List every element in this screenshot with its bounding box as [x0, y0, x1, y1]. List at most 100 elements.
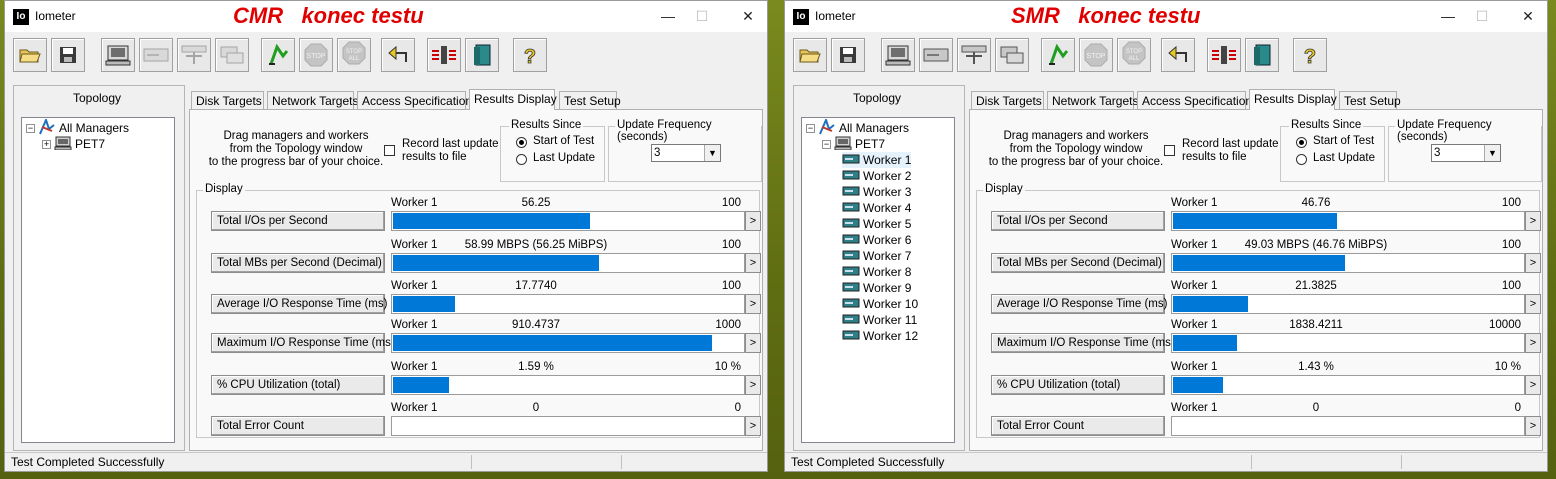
record-last-update-checkbox[interactable] — [384, 145, 395, 156]
tab-network-targets[interactable]: Network Targets — [267, 91, 358, 109]
svg-text:STOP: STOP — [346, 49, 362, 55]
save-button[interactable] — [831, 38, 865, 72]
quit-button[interactable] — [465, 38, 499, 72]
tab-results-display[interactable]: Results Display — [469, 89, 557, 110]
stop-all-button[interactable]: STOP ALL — [1117, 38, 1151, 72]
about-button[interactable]: ? — [1293, 38, 1327, 72]
more-button[interactable]: > — [1525, 253, 1541, 273]
tree-node-worker[interactable]: Worker 12 — [842, 328, 918, 344]
duplicate-worker-button[interactable] — [995, 38, 1029, 72]
save-icon — [838, 45, 858, 65]
more-button[interactable]: > — [745, 211, 761, 231]
duplicate-worker-button[interactable] — [215, 38, 249, 72]
save-button[interactable] — [51, 38, 85, 72]
tree-node-worker[interactable]: Worker 9 — [842, 280, 911, 296]
tree-node-worker[interactable]: Worker 1 — [842, 152, 912, 168]
quit-button[interactable] — [1245, 38, 1279, 72]
new-disk-worker-button[interactable] — [919, 38, 953, 72]
more-button[interactable]: > — [745, 416, 761, 436]
tree-node-worker[interactable]: Worker 8 — [842, 264, 911, 280]
more-button[interactable]: > — [1525, 375, 1541, 395]
tree-node-manager[interactable]: − PET7 — [822, 136, 885, 152]
reset-button[interactable] — [381, 38, 415, 72]
new-disk-worker-button[interactable] — [139, 38, 173, 72]
start-button[interactable] — [261, 38, 295, 72]
record-last-update-checkbox[interactable] — [1164, 145, 1175, 156]
more-button[interactable]: > — [1525, 416, 1541, 436]
radio-last-update[interactable] — [516, 154, 527, 165]
exit-button[interactable] — [1207, 38, 1241, 72]
radio-last-update[interactable] — [1296, 154, 1307, 165]
tree-node-worker[interactable]: Worker 11 — [842, 312, 917, 328]
about-button[interactable]: ? — [513, 38, 547, 72]
tree-node-all-managers[interactable]: − All Managers — [26, 116, 129, 136]
tree-node-worker[interactable]: Worker 5 — [842, 216, 911, 232]
more-button[interactable]: > — [745, 375, 761, 395]
maximize-button[interactable]: ☐ — [1459, 5, 1505, 27]
stop-button[interactable]: STOP — [1079, 38, 1113, 72]
tab-disk-targets[interactable]: Disk Targets — [971, 91, 1044, 109]
stop-all-button[interactable]: STOP ALL — [337, 38, 371, 72]
tree-node-worker[interactable]: Worker 2 — [842, 168, 911, 184]
metric-button[interactable]: Maximum I/O Response Time (ms) — [991, 333, 1175, 353]
topology-tree[interactable]: − All Managers + PET7 — [21, 116, 175, 443]
stop-button[interactable]: STOP — [299, 38, 333, 72]
expand-icon[interactable]: + — [42, 139, 51, 149]
tab-access-specifications[interactable]: Access Specifications — [1137, 91, 1258, 109]
more-button[interactable]: > — [745, 253, 761, 273]
close-button[interactable]: ✕ — [725, 5, 767, 27]
more-button[interactable]: > — [745, 333, 761, 353]
metric-button[interactable]: % CPU Utilization (total) — [211, 375, 385, 395]
new-network-worker-button[interactable] — [177, 38, 211, 72]
tab-network-targets[interactable]: Network Targets — [1047, 91, 1138, 109]
tree-node-worker[interactable]: Worker 4 — [842, 200, 911, 216]
chevron-down-icon[interactable]: ▼ — [1484, 145, 1500, 161]
more-button[interactable]: > — [1525, 294, 1541, 314]
tab-results-display[interactable]: Results Display — [1249, 89, 1337, 110]
metric-button[interactable]: Total I/Os per Second — [991, 211, 1165, 231]
close-button[interactable]: ✕ — [1505, 5, 1547, 27]
title-bar[interactable]: Io Iometer CMR konec testu — ☐ ✕ — [5, 1, 767, 32]
open-button[interactable] — [793, 38, 827, 72]
new-manager-button[interactable] — [881, 38, 915, 72]
tab-disk-targets[interactable]: Disk Targets — [191, 91, 264, 109]
tree-node-worker[interactable]: Worker 3 — [842, 184, 911, 200]
update-frequency-select[interactable]: 3 ▼ — [1431, 144, 1501, 162]
tab-access-specifications[interactable]: Access Specifications — [357, 91, 478, 109]
maximize-button[interactable]: ☐ — [679, 5, 725, 27]
chevron-down-icon[interactable]: ▼ — [704, 145, 720, 161]
radio-start-of-test[interactable] — [1296, 137, 1307, 148]
tree-node-worker[interactable]: Worker 6 — [842, 232, 911, 248]
metric-button[interactable]: Total MBs per Second (Decimal) — [211, 253, 385, 273]
radio-start-of-test[interactable] — [516, 137, 527, 148]
metric-button[interactable]: Average I/O Response Time (ms) — [991, 294, 1167, 314]
collapse-icon[interactable]: − — [806, 123, 815, 133]
tree-node-all-managers[interactable]: − All Managers — [806, 116, 909, 136]
metric-button[interactable]: Total Error Count — [991, 416, 1165, 436]
open-button[interactable] — [13, 38, 47, 72]
tree-node-manager[interactable]: + PET7 — [42, 136, 105, 152]
new-network-worker-button[interactable] — [957, 38, 991, 72]
start-button[interactable] — [1041, 38, 1075, 72]
title-bar[interactable]: Io Iometer SMR konec testu — ☐ ✕ — [785, 1, 1547, 32]
more-button[interactable]: > — [1525, 211, 1541, 231]
metric-button[interactable]: Average I/O Response Time (ms) — [211, 294, 387, 314]
tab-test-setup[interactable]: Test Setup — [1339, 91, 1401, 109]
tree-node-worker[interactable]: Worker 10 — [842, 296, 918, 312]
metric-button[interactable]: Total Error Count — [211, 416, 385, 436]
tree-node-worker[interactable]: Worker 7 — [842, 248, 911, 264]
exit-button[interactable] — [427, 38, 461, 72]
metric-button[interactable]: % CPU Utilization (total) — [991, 375, 1165, 395]
metric-button[interactable]: Total I/Os per Second — [211, 211, 385, 231]
tab-test-setup[interactable]: Test Setup — [559, 91, 621, 109]
metric-button[interactable]: Maximum I/O Response Time (ms) — [211, 333, 395, 353]
metric-button[interactable]: Total MBs per Second (Decimal) — [991, 253, 1165, 273]
more-button[interactable]: > — [1525, 333, 1541, 353]
new-manager-button[interactable] — [101, 38, 135, 72]
collapse-icon[interactable]: − — [822, 139, 831, 149]
reset-button[interactable] — [1161, 38, 1195, 72]
collapse-icon[interactable]: − — [26, 123, 35, 133]
more-button[interactable]: > — [745, 294, 761, 314]
update-frequency-select[interactable]: 3 ▼ — [651, 144, 721, 162]
topology-tree[interactable]: − All Managers − PET7 Worker 1 Worker 2 Worker… — [801, 116, 955, 443]
